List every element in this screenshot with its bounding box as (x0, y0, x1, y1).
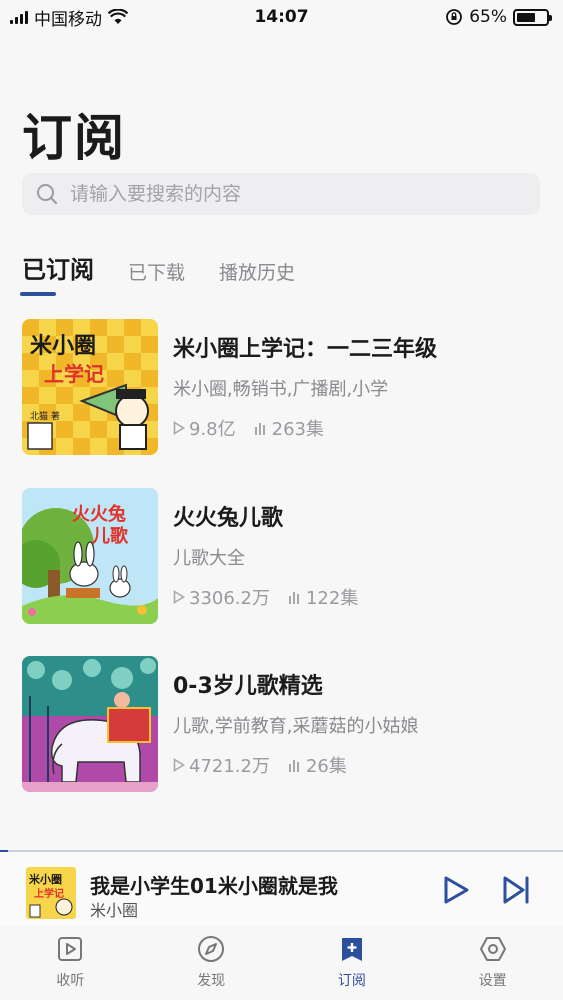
play-count-value: 9.8亿 (189, 419, 236, 440)
episode-count-value: 26集 (305, 756, 347, 777)
album-title: 米小圈上学记：一二三年级 (173, 337, 438, 362)
tab-history[interactable]: 播放历史 (219, 258, 295, 295)
search-icon (37, 184, 58, 205)
signal-icon (10, 10, 28, 24)
episodes-icon (288, 592, 299, 604)
episodes-icon (288, 760, 299, 772)
album-title: 0-3岁儿歌精选 (173, 674, 323, 699)
player-progress (0, 850, 8, 852)
status-left: 中国移动 (10, 5, 128, 30)
subscription-item[interactable]: 0-3岁儿歌精选 儿歌,学前教育,采蘑菇的小姑娘 4721.2万 26集 (22, 656, 542, 792)
album-stats: 4721.2万 26集 (173, 752, 365, 778)
play-button[interactable] (440, 874, 472, 906)
play-count-icon (173, 590, 185, 604)
play-count: 9.8亿 (173, 415, 236, 441)
bottom-tab-bar: 收听 发现 订阅 设置 (0, 926, 563, 1000)
wifi-icon (108, 9, 128, 24)
tab-downloaded[interactable]: 已下载 (128, 258, 185, 295)
album-stats: 9.8亿 263集 (173, 415, 342, 441)
episodes-icon (254, 423, 265, 435)
settings-hexagon-icon (479, 937, 506, 961)
episode-count-value: 122集 (305, 588, 359, 609)
svg-text:米小圈: 米小圈 (30, 334, 96, 359)
search-bar[interactable] (22, 173, 540, 215)
album-cover: 米小圈 上学记 北猫 著 (22, 319, 158, 455)
player-cover[interactable]: 米小圈 上学记 (26, 867, 76, 919)
svg-text:北猫 著: 北猫 著 (30, 410, 60, 422)
play-count: 3306.2万 (173, 584, 270, 610)
svg-text:上学记: 上学记 (44, 362, 104, 386)
mini-player[interactable]: 米小圈 上学记 我是小学生01米小圈就是我 米小圈 (0, 850, 563, 926)
tab-subscribed[interactable]: 已订阅 (22, 250, 94, 295)
next-track-button[interactable] (500, 874, 532, 906)
now-playing-subtitle: 米小圈 (90, 901, 139, 920)
album-tags: 儿歌,学前教育,采蘑菇的小姑娘 (173, 716, 419, 737)
tab-strip: 已订阅 已下载 播放历史 (22, 250, 295, 295)
tabbar-listen[interactable]: 收听 (0, 926, 141, 1000)
subscribe-plus-icon (341, 938, 362, 961)
tabbar-listen-label: 收听 (56, 973, 85, 989)
play-count-value: 4721.2万 (189, 756, 270, 777)
status-right: 65% (445, 7, 552, 27)
search-input[interactable] (70, 183, 510, 205)
page-title: 订阅 (22, 109, 126, 167)
album-stats: 3306.2万 122集 (173, 584, 376, 610)
now-playing-title: 我是小学生01米小圈就是我 (90, 874, 338, 898)
episode-count: 122集 (288, 584, 358, 610)
tabbar-discover[interactable]: 发现 (141, 926, 282, 1000)
orientation-lock-icon (446, 9, 463, 25)
battery-level (517, 12, 536, 22)
subscription-item[interactable]: 火火兔 儿歌 火火兔儿歌 儿歌大全 3306.2万 122集 (22, 488, 542, 624)
svg-text:火火兔: 火火兔 (72, 503, 126, 525)
album-cover: 火火兔 儿歌 (22, 488, 158, 624)
tabbar-subscribe[interactable]: 订阅 (282, 926, 423, 1000)
play-square-icon (58, 937, 83, 961)
album-tags: 儿歌大全 (173, 548, 245, 569)
svg-text:儿歌: 儿歌 (91, 525, 129, 547)
play-count: 4721.2万 (173, 752, 270, 778)
tabbar-settings[interactable]: 设置 (422, 926, 563, 1000)
album-title: 火火兔儿歌 (173, 506, 284, 531)
play-count-icon (173, 758, 185, 772)
status-bar: 中国移动 14:07 65% (0, 0, 563, 34)
subscription-item[interactable]: 米小圈 上学记 北猫 著 米小圈上学记：一二三年级 米小圈,畅销书,广播剧,小学… (22, 319, 542, 455)
svg-text:上学记: 上学记 (34, 887, 64, 900)
play-count-value: 3306.2万 (189, 588, 270, 609)
battery-percent: 65% (469, 7, 507, 27)
carrier-label: 中国移动 (34, 9, 102, 30)
album-tags: 米小圈,畅销书,广播剧,小学 (173, 379, 389, 400)
compass-icon (198, 936, 225, 962)
battery-icon (513, 8, 552, 26)
episode-count-value: 263集 (271, 419, 324, 440)
tabbar-settings-label: 设置 (478, 973, 507, 989)
play-count-icon (173, 421, 185, 435)
episode-count: 26集 (288, 752, 347, 778)
album-cover (22, 656, 158, 792)
svg-text:米小圈: 米小圈 (28, 872, 62, 886)
episode-count: 263集 (254, 415, 324, 441)
tabbar-discover-label: 发现 (197, 973, 226, 989)
tabbar-subscribe-label: 订阅 (337, 973, 366, 989)
active-tab-indicator (20, 292, 56, 296)
